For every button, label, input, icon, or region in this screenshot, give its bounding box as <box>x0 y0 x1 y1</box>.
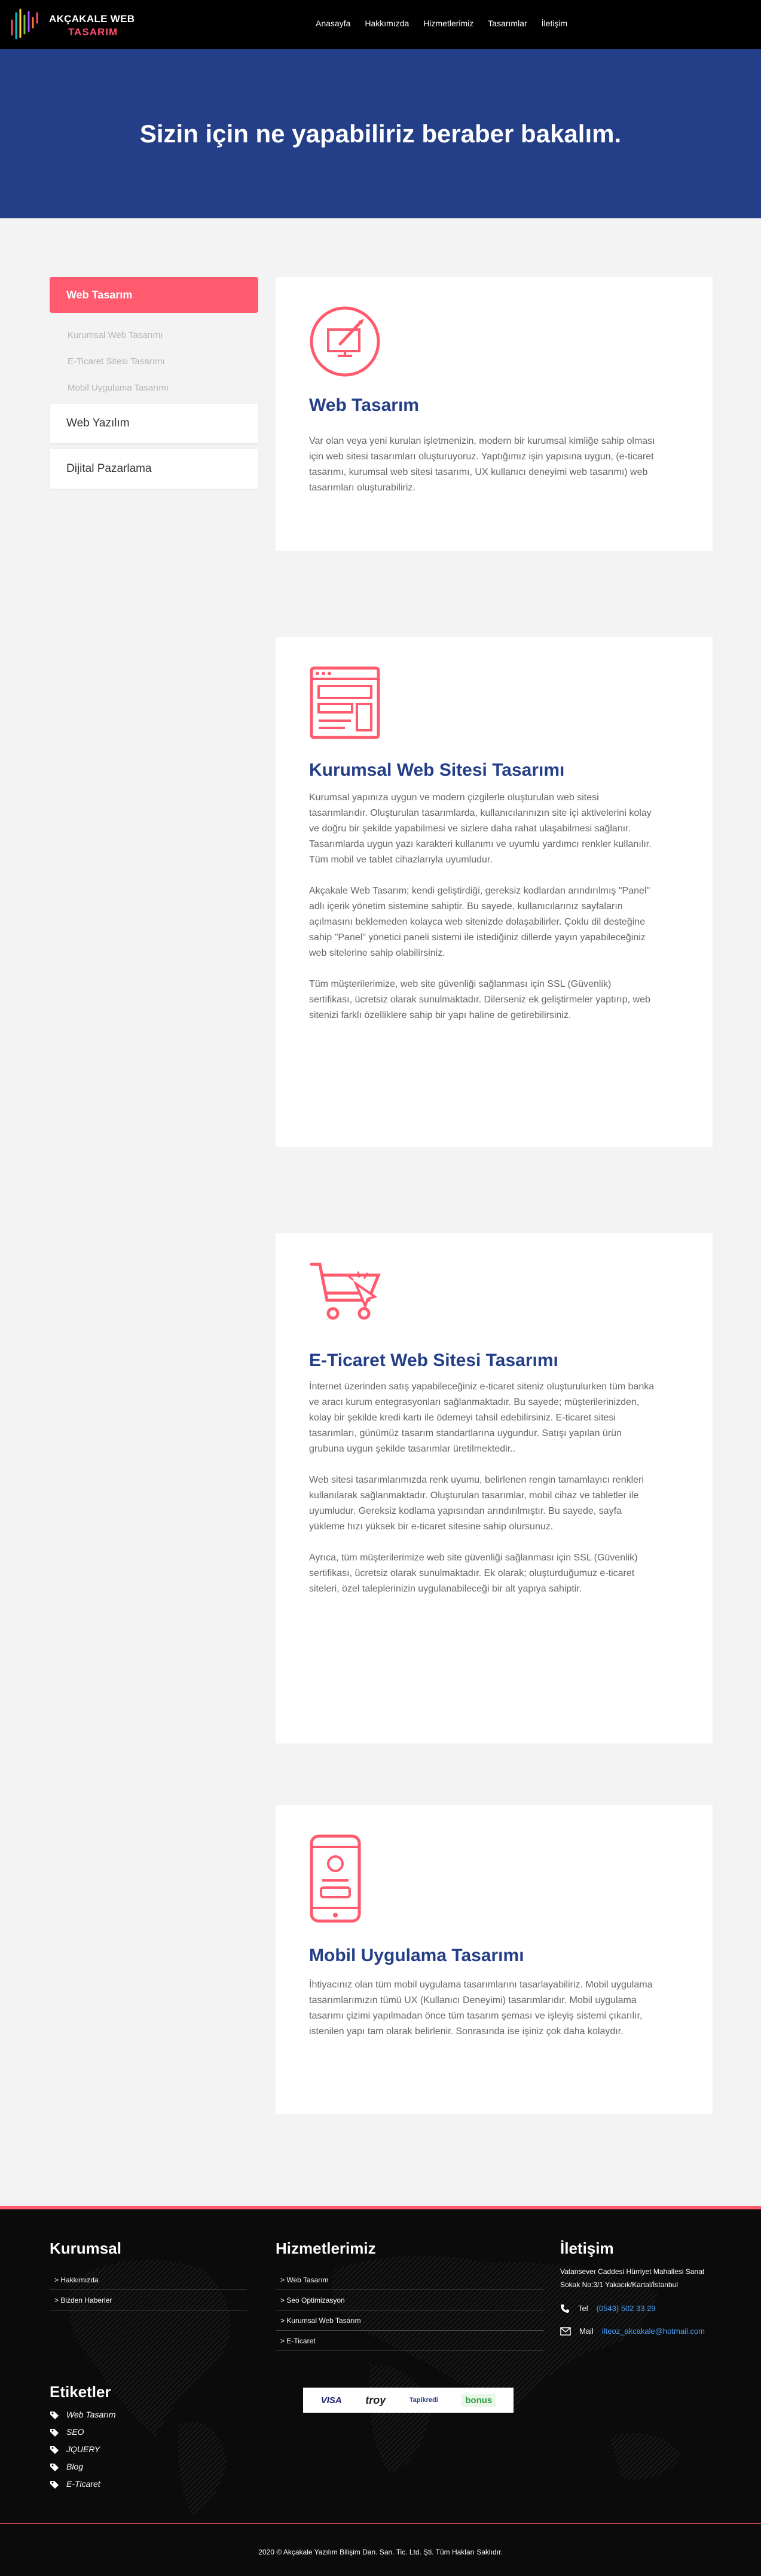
section-title: Mobil Uygulama Tasarımı <box>309 1946 524 1965</box>
tag-item[interactable]: JQUERY <box>50 2441 229 2458</box>
service-card-eticaret: E-Ticaret Web Sitesi Tasarımı İnternet ü… <box>276 1233 713 1743</box>
section-text: Var olan veya yeni kurulan işletmenizin,… <box>309 434 656 511</box>
site-footer: Kurumsal > Hakkımızda > Bizden Haberler … <box>0 2206 761 2576</box>
design-monitor-icon <box>310 306 380 377</box>
footer-hizmet-title: Hizmetlerimiz <box>276 2239 376 2257</box>
sidebar-subitem-kurumsal[interactable]: Kurumsal Web Tasarımı <box>68 322 258 349</box>
hero-title: Sizin için ne yapabiliriz beraber bakalı… <box>139 120 622 148</box>
tag-icon <box>50 2480 59 2489</box>
logo-text-line2: TASARIM <box>68 26 118 38</box>
footer-iletisim-title: İletişim <box>560 2239 614 2257</box>
service-card-mobil: Mobil Uygulama Tasarımı İhtiyacınız olan… <box>276 1805 713 2114</box>
footer-address: Vatansever Caddesi Hürriyet Mahallesi Sa… <box>560 2267 705 2289</box>
section-paragraph: Web sitesi tasarımlarımızda renk uyumu, … <box>309 1475 644 1532</box>
tag-item[interactable]: SEO <box>50 2423 229 2441</box>
section-paragraph: İnternet üzerinden satış yapabileceğiniz… <box>309 1382 655 1454</box>
tag-label: E-Ticaret <box>66 2479 100 2489</box>
tag-item[interactable]: Blog <box>50 2458 229 2476</box>
tag-label: Web Tasarım <box>66 2410 116 2419</box>
section-text: İnternet üzerinden satış yapabileceğiniz… <box>309 1379 656 1612</box>
footer-divider <box>0 2523 761 2524</box>
footer-link-seo[interactable]: > Seo Optimizasyon <box>276 2290 543 2310</box>
nav-anasayfa[interactable]: Anasayfa <box>316 19 350 28</box>
sidebar-item-web-tasarim[interactable]: Web Tasarım <box>50 277 258 313</box>
tag-icon <box>50 2428 59 2437</box>
footer-phone-row: Tel (0543) 502 33 29 <box>560 2297 716 2320</box>
footer-tel-label: Tel <box>578 2304 588 2313</box>
tag-label: Blog <box>66 2462 84 2471</box>
hero-banner: Sizin için ne yapabiliriz beraber bakalı… <box>0 49 761 218</box>
sidebar-subitem-mobil[interactable]: Mobil Uygulama Tasarımı <box>68 375 258 401</box>
website-layout-icon <box>310 666 380 739</box>
top-header: AKÇAKALE WEB TASARIM Anasayfa Hakkımızda… <box>0 0 761 49</box>
nav-hakkimizda[interactable]: Hakkımızda <box>365 19 409 28</box>
footer-mail-label: Mail <box>579 2327 594 2336</box>
logo-bars-icon <box>11 8 38 39</box>
tag-label: SEO <box>66 2427 84 2437</box>
mobile-phone-icon <box>310 1834 361 1923</box>
main-nav: Anasayfa Hakkımızda Hizmetlerimiz Tasarı… <box>316 19 582 28</box>
sidebar-submenu: Kurumsal Web Tasarımı E-Ticaret Sitesi T… <box>50 313 258 404</box>
footer-mail-value[interactable]: ilteoz_akcakale@hotmail.com <box>602 2320 705 2343</box>
service-card-kurumsal: Kurumsal Web Sitesi Tasarımı Kurumsal ya… <box>276 637 713 1147</box>
tag-icon <box>50 2463 59 2471</box>
section-text: Kurumsal yapınıza uygun ve modern çizgil… <box>309 790 656 1039</box>
footer-link-web-tasarim[interactable]: > Web Tasarım <box>276 2270 543 2290</box>
tag-label: JQUERY <box>66 2444 100 2454</box>
section-paragraph: Ayrıca, tüm müşterilerimize web site güv… <box>309 1553 638 1594</box>
nav-tasarimlar[interactable]: Tasarımlar <box>488 19 527 28</box>
footer-hizmetlerimiz: Hizmetlerimiz > Web Tasarım > Seo Optimi… <box>276 2239 543 2351</box>
copyright-text: 2020 © Akçakale Yazılım Bilişim Dan. San… <box>258 2548 503 2556</box>
visa-logo: VISA <box>320 2395 342 2406</box>
footer-kurumsal: Kurumsal > Hakkımızda > Bizden Haberler <box>50 2239 247 2310</box>
section-paragraph: İhtiyacınız olan tüm mobil uygulama tasa… <box>309 1980 653 2037</box>
tag-item[interactable]: E-Ticaret <box>50 2476 229 2493</box>
sidebar-item-dijital-pazarlama[interactable]: Dijital Pazarlama <box>50 449 258 489</box>
phone-icon <box>561 2304 569 2313</box>
footer-mail-row: Mail ilteoz_akcakale@hotmail.com <box>560 2320 716 2343</box>
sidebar-item-web-yazilim[interactable]: Web Yazılım <box>50 404 258 443</box>
footer-iletisim: İletişim Vatansever Caddesi Hürriyet Mah… <box>560 2239 716 2343</box>
section-title: Kurumsal Web Sitesi Tasarımı <box>309 760 565 780</box>
troy-logo: troy <box>365 2394 386 2406</box>
footer-tel-value[interactable]: (0543) 502 33 29 <box>597 2297 656 2320</box>
footer-link-bizden-haberler[interactable]: > Bizden Haberler <box>50 2290 247 2310</box>
footer-link-eticaret[interactable]: > E-Ticaret <box>276 2331 543 2351</box>
service-card-web-tasarim: Web Tasarım Var olan veya yeni kurulan i… <box>276 277 713 551</box>
services-sidebar: Web Tasarım Kurumsal Web Tasarımı E-Tica… <box>50 277 258 495</box>
section-paragraph: Akçakale Web Tasarım; kendi geliştirdiği… <box>309 886 650 958</box>
logo-text-line1: AKÇAKALE WEB <box>49 13 135 25</box>
footer-tags-title: Etiketler <box>50 2383 111 2401</box>
payment-logos: VISA troy Tapikredi bonus <box>303 2388 514 2413</box>
nav-hizmetlerimiz[interactable]: Hizmetlerimiz <box>423 19 473 28</box>
section-paragraph: Var olan veya yeni kurulan işletmenizin,… <box>309 436 655 493</box>
bonus-logo: bonus <box>462 2394 496 2407</box>
section-title: E-Ticaret Web Sitesi Tasarımı <box>309 1351 558 1370</box>
section-paragraph: Kurumsal yapınıza uygun ve modern çizgil… <box>309 792 652 865</box>
section-title: Web Tasarım <box>309 395 419 415</box>
tag-item[interactable]: Web Tasarım <box>50 2406 229 2423</box>
tag-icon <box>50 2446 59 2454</box>
footer-link-kurumsal-web[interactable]: > Kurumsal Web Tasarım <box>276 2310 543 2331</box>
sidebar-subitem-eticaret[interactable]: E-Ticaret Sitesi Tasarımı <box>68 349 258 375</box>
section-text: İhtiyacınız olan tüm mobil uygulama tasa… <box>309 1977 656 2055</box>
site-logo[interactable]: AKÇAKALE WEB TASARIM <box>10 7 135 41</box>
footer-link-hakkimizda[interactable]: > Hakkımızda <box>50 2270 247 2290</box>
footer-tags: Etiketler Web Tasarım SEO JQUERY Blog E-… <box>50 2383 229 2493</box>
footer-kurumsal-title: Kurumsal <box>50 2239 121 2257</box>
nav-iletisim[interactable]: İletişim <box>542 19 568 28</box>
tag-icon <box>50 2411 59 2419</box>
shopping-cart-icon <box>310 1263 381 1320</box>
section-paragraph: Tüm müşterilerimize, web site güvenliği … <box>309 979 650 1020</box>
yapikredi-logo: Tapikredi <box>409 2397 438 2404</box>
envelope-icon <box>560 2327 571 2336</box>
